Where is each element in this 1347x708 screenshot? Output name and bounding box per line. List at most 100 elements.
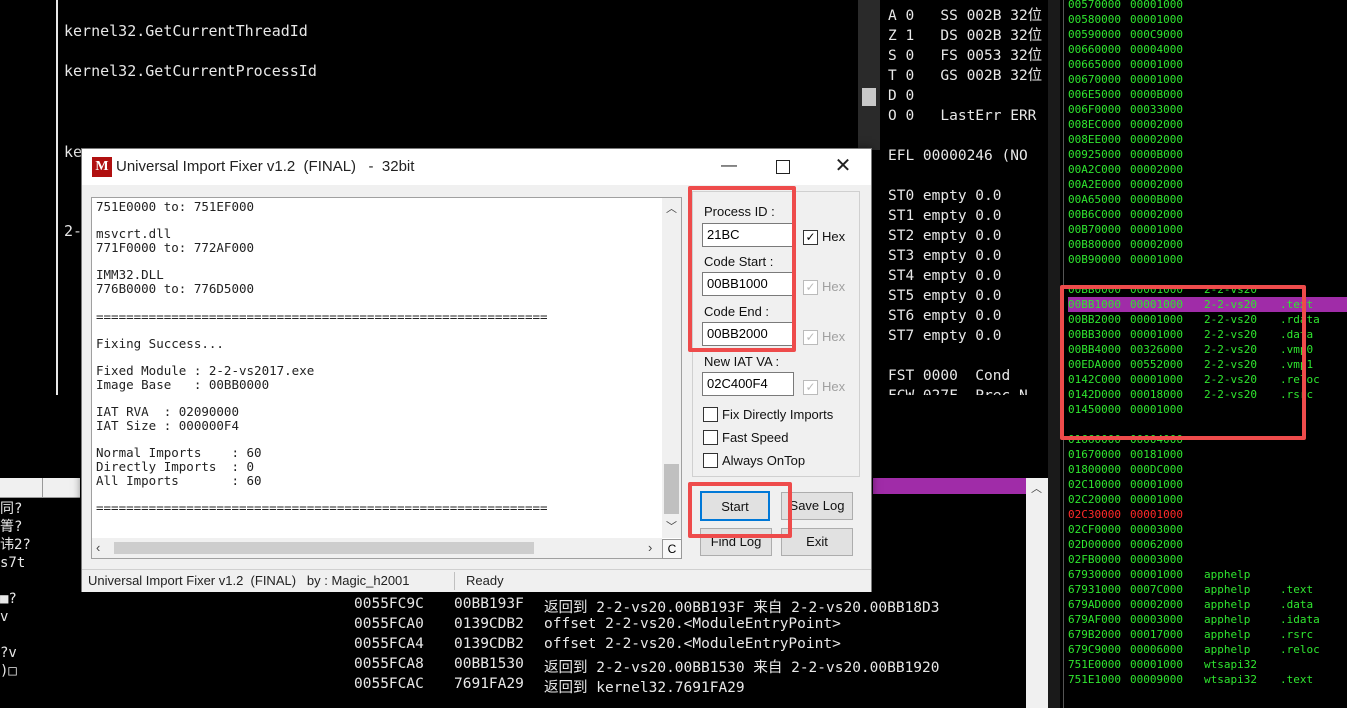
maximize-button[interactable] (776, 160, 790, 174)
memory-row[interactable]: 006E5000 0000B000 (1068, 87, 1347, 102)
log-vscroll[interactable]: ︿ ﹀ (662, 198, 681, 538)
title-bar[interactable]: M Universal Import Fixer v1.2 (FINAL) - … (82, 149, 871, 185)
memory-row[interactable]: 679AF000 00003000 apphelp .idata (1068, 612, 1347, 627)
memory-address: 67930000 (1068, 568, 1121, 581)
memory-row[interactable]: 00B70000 00001000 (1068, 222, 1347, 237)
log-hscroll[interactable]: ‹ › (92, 538, 662, 558)
memory-row[interactable]: 008EE000 00002000 (1068, 132, 1347, 147)
memory-size: 00004000 (1130, 43, 1183, 56)
new-iat-hex-checkbox[interactable]: ✓ (803, 380, 818, 395)
memory-row[interactable]: 02C10000 00001000 (1068, 477, 1347, 492)
memory-row[interactable]: 00580000 00001000 (1068, 12, 1347, 27)
fix-direct-checkbox[interactable] (703, 407, 718, 422)
chevron-down-icon[interactable]: ﹀ (666, 518, 677, 534)
bottom-left-pane: 同? 箐? 讳2? s7t ■? v ?v)□ (0, 500, 80, 708)
memory-row[interactable]: 00660000 00004000 (1068, 42, 1347, 57)
memory-row[interactable]: 02CF0000 00003000 (1068, 522, 1347, 537)
log-line: IAT Size : 000000F4 (96, 418, 239, 433)
memory-row[interactable]: 00570000 00001000 (1068, 0, 1347, 12)
left-pane-line: ■? (0, 591, 17, 607)
stack-row[interactable]: 0055FCA4 0139CDB2 offset 2-2-vs20.<ModuleE… (354, 636, 1030, 656)
memory-row[interactable]: 679AD000 00002000 apphelp .data (1068, 597, 1347, 612)
stack-address: 0055FCA8 (354, 656, 424, 672)
scroll-thumb[interactable] (862, 88, 876, 106)
memory-owner: wtsapi32 (1204, 658, 1257, 671)
register-line: FCW 027F Prec N (888, 386, 1042, 395)
memory-row[interactable]: 02C30000 00001000 (1068, 507, 1347, 522)
memory-row[interactable]: 02FB0000 00003000 (1068, 552, 1347, 567)
memory-row[interactable]: 00A2E000 00002000 (1068, 177, 1347, 192)
registers-scroll[interactable] (1048, 0, 1060, 708)
memory-address: 67931000 (1068, 583, 1121, 596)
code-start-hex-checkbox[interactable]: ✓ (803, 280, 818, 295)
stack-row[interactable]: 0055FCA0 0139CDB2 offset 2-2-vs20.<ModuleE… (354, 616, 1030, 636)
stack-row[interactable]: 0055FCAC 7691FA29 返回到 kernel32.7691FA29 (354, 676, 1030, 696)
scroll-thumb[interactable] (664, 464, 679, 514)
left-pane-line: 箐? (0, 519, 23, 535)
stack-comment: 返回到 kernel32.7691FA29 (544, 680, 745, 696)
memory-size: 000DC000 (1130, 463, 1183, 476)
memory-size: 00009000 (1130, 673, 1183, 686)
memory-row[interactable]: 00670000 00001000 (1068, 72, 1347, 87)
code-end-hex-checkbox[interactable]: ✓ (803, 330, 818, 345)
memory-row[interactable]: 67931000 0007C000 apphelp .text (1068, 582, 1347, 597)
memory-owner: apphelp (1204, 568, 1251, 581)
memory-size: 00006000 (1130, 643, 1183, 656)
new-iat-input[interactable]: 02C400F4 (702, 372, 794, 396)
log-area[interactable]: 751E0000 to: 751EF000 msvcrt.dll 771F0000 … (91, 197, 682, 559)
register-line: ST0 empty 0.0 (888, 188, 1002, 204)
left-pane-line: )□ (0, 663, 17, 679)
memory-row[interactable]: 01800000 000DC000 (1068, 462, 1347, 477)
chevron-right-icon[interactable]: › (648, 540, 652, 555)
stack-row[interactable]: 0055FCA8 00BB1530 返回到 2-2-vs20.00BB1530 来自… (354, 656, 1030, 676)
left-pane-line: s7t (0, 555, 26, 571)
memory-row[interactable]: 006F0000 00033000 (1068, 102, 1347, 117)
memory-owner: apphelp (1204, 598, 1251, 611)
memory-row[interactable]: 00B80000 00002000 (1068, 237, 1347, 252)
memory-row[interactable]: 751E0000 00001000 wtsapi32 (1068, 657, 1347, 672)
process-id-hex-checkbox[interactable]: ✓ (803, 230, 818, 245)
fast-speed-label: Fast Speed (722, 430, 789, 445)
scroll-thumb[interactable] (114, 542, 534, 554)
minimize-button[interactable]: — (714, 157, 744, 177)
memory-row[interactable]: 67930000 00001000 apphelp (1068, 567, 1347, 582)
window-title: Universal Import Fixer v1.2 (FINAL) - 32… (116, 158, 415, 175)
memory-address: 751E0000 (1068, 658, 1121, 671)
chevron-up-icon[interactable]: ︿ (1031, 480, 1042, 496)
memory-row[interactable]: 00590000 000C9000 (1068, 27, 1347, 42)
memory-size: 00002000 (1130, 238, 1183, 251)
stack-comment: 返回到 2-2-vs20.00BB1530 来自 2-2-vs20.00BB19… (544, 660, 940, 676)
memory-section: .data (1280, 598, 1314, 611)
chevron-left-icon[interactable]: ‹ (96, 540, 100, 555)
memory-row[interactable]: 00A2C000 00002000 (1068, 162, 1347, 177)
register-line: ST7 empty 0.0 (888, 328, 1002, 344)
memory-row[interactable]: 02D00000 00062000 (1068, 537, 1347, 552)
memory-row[interactable]: 00A65000 0000B000 (1068, 192, 1347, 207)
close-button[interactable]: ✕ (830, 153, 856, 179)
memory-row[interactable]: 679B2000 00017000 apphelp .rsrc (1068, 627, 1347, 642)
memory-row[interactable]: 00B6C000 00002000 (1068, 207, 1347, 222)
memory-row[interactable]: 00925000 0000B000 (1068, 147, 1347, 162)
memory-row[interactable]: 00665000 00001000 (1068, 57, 1347, 72)
memory-size: 000C9000 (1130, 28, 1183, 41)
stack-scrollbar[interactable]: ︿ (1026, 478, 1048, 708)
pane-scrollbar[interactable] (858, 0, 880, 150)
memory-row[interactable]: 00B90000 00001000 (1068, 252, 1347, 267)
register-line: ST4 empty 0.0 (888, 268, 1002, 284)
memory-row[interactable]: 008EC000 00002000 (1068, 117, 1347, 132)
fast-speed-checkbox[interactable] (703, 430, 718, 445)
memory-row[interactable] (1068, 267, 1347, 282)
memory-size: 00002000 (1130, 133, 1183, 146)
memory-address: 00B6C000 (1068, 208, 1121, 221)
memory-row[interactable]: 01670000 00181000 (1068, 447, 1347, 462)
chevron-up-icon[interactable]: ︿ (666, 200, 677, 216)
register-line (888, 346, 1042, 366)
stack-row[interactable]: 0055FC9C 00BB193F 返回到 2-2-vs20.00BB193F 来自… (354, 596, 1030, 616)
memory-size: 00001000 (1130, 223, 1183, 236)
memory-row[interactable]: 679C9000 00006000 apphelp .reloc (1068, 642, 1347, 657)
clear-log-button[interactable]: C (662, 539, 682, 559)
always-on-top-checkbox[interactable] (703, 453, 718, 468)
memory-row[interactable]: 02C20000 00001000 (1068, 492, 1347, 507)
memory-row[interactable]: 751E1000 00009000 wtsapi32 .text (1068, 672, 1347, 687)
registers-pane: A 0 SS 002B 32位 Z 1 DS 002B 32位 S 0 FS 005… (880, 0, 1050, 395)
